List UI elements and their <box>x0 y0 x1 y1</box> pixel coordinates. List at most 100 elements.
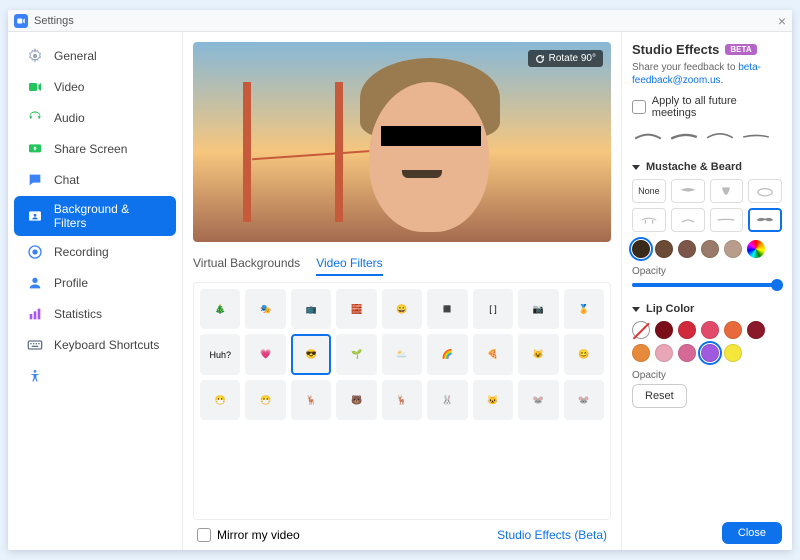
filter-item[interactable]: 📺 <box>291 289 331 329</box>
filter-item[interactable]: 🐱 <box>473 380 513 420</box>
filter-item[interactable]: 😊 <box>564 334 604 374</box>
video-preview: Rotate 90° <box>193 42 611 242</box>
sidebar-item-share-screen[interactable]: Share Screen <box>14 134 176 164</box>
mustache-section-header[interactable]: Mustache & Beard <box>632 161 782 173</box>
filter-item[interactable]: 🍕 <box>473 334 513 374</box>
filter-item[interactable]: 🏅 <box>564 289 604 329</box>
tab-video-filters[interactable]: Video Filters <box>316 256 382 276</box>
color-swatch[interactable] <box>655 344 673 362</box>
mustache-opacity-label: Opacity <box>632 266 782 277</box>
color-swatch[interactable] <box>655 240 673 258</box>
mirror-checkbox[interactable] <box>197 528 211 542</box>
chat-icon <box>26 171 44 189</box>
color-swatch[interactable] <box>655 321 673 339</box>
panel-footer: Close <box>632 514 782 544</box>
sidebar-item-label: Audio <box>54 111 85 125</box>
sidebar-item-label: Keyboard Shortcuts <box>54 338 159 352</box>
filter-item[interactable]: 🌥️ <box>382 334 422 374</box>
color-swatch[interactable] <box>701 240 719 258</box>
lip-opacity-label: Opacity <box>632 370 687 381</box>
mustache-option[interactable] <box>710 179 744 203</box>
tabs: Virtual Backgrounds Video Filters <box>193 256 611 276</box>
color-swatch[interactable] <box>724 321 742 339</box>
tab-virtual-backgrounds[interactable]: Virtual Backgrounds <box>193 256 300 276</box>
sidebar-item-label: Background & Filters <box>54 202 164 230</box>
filter-item[interactable]: 🐭 <box>564 380 604 420</box>
color-swatch[interactable] <box>678 321 696 339</box>
lipcolor-section-header[interactable]: Lip Color <box>632 303 782 315</box>
filter-item[interactable]: 🌱 <box>336 334 376 374</box>
sidebar-item-general[interactable]: General <box>14 41 176 71</box>
sidebar-item-keyboard-shortcuts[interactable]: Keyboard Shortcuts <box>14 330 176 360</box>
sidebar-item-label: Share Screen <box>54 142 127 156</box>
sidebar-item-statistics[interactable]: Statistics <box>14 299 176 329</box>
mustache-option[interactable] <box>632 208 666 232</box>
color-swatch[interactable] <box>724 240 742 258</box>
mustache-option[interactable] <box>748 179 782 203</box>
filter-item[interactable]: 😷 <box>245 380 285 420</box>
filter-item[interactable]: 🧱 <box>336 289 376 329</box>
filter-item[interactable]: 😷 <box>200 380 240 420</box>
filter-item[interactable]: 🐰 <box>427 380 467 420</box>
sidebar-item-recording[interactable]: Recording <box>14 237 176 267</box>
close-icon[interactable]: × <box>778 13 786 29</box>
mustache-option[interactable]: None <box>632 179 666 203</box>
mustache-option[interactable] <box>710 208 744 232</box>
color-swatch[interactable] <box>632 321 650 339</box>
filter-item[interactable]: 🐭 <box>518 380 558 420</box>
color-swatch[interactable] <box>701 344 719 362</box>
center-footer: Mirror my video Studio Effects (Beta) <box>193 520 611 544</box>
gear-icon <box>26 47 44 65</box>
color-swatch[interactable] <box>632 344 650 362</box>
filter-item[interactable]: 🐻 <box>336 380 376 420</box>
filter-item[interactable]: ◼️ <box>427 289 467 329</box>
filter-item[interactable]: [ ] <box>473 289 513 329</box>
filter-item[interactable]: 📷 <box>518 289 558 329</box>
mustache-option[interactable] <box>671 179 705 203</box>
rotate-button[interactable]: Rotate 90° <box>528 50 603 67</box>
close-button[interactable]: Close <box>722 522 782 544</box>
filter-item[interactable]: 🌈 <box>427 334 467 374</box>
mustache-option[interactable] <box>748 208 782 232</box>
mirror-label: Mirror my video <box>217 528 300 542</box>
sidebar-item-chat[interactable]: Chat <box>14 165 176 195</box>
sidebar-item-label: Profile <box>54 276 88 290</box>
color-swatch[interactable] <box>701 321 719 339</box>
filter-item[interactable]: 🎄 <box>200 289 240 329</box>
apply-all-row: Apply to all future meetings <box>632 95 782 119</box>
lip-opacity-row: Opacity Reset <box>632 368 782 408</box>
audio-icon <box>26 109 44 127</box>
filter-item[interactable]: 😎 <box>291 334 331 374</box>
filter-item[interactable]: 💗 <box>245 334 285 374</box>
filter-item[interactable]: 🎭 <box>245 289 285 329</box>
filter-item[interactable]: 😀 <box>382 289 422 329</box>
color-swatch[interactable] <box>678 344 696 362</box>
sidebar-item-video[interactable]: Video <box>14 72 176 102</box>
filter-item[interactable]: 🦌 <box>291 380 331 420</box>
color-swatch[interactable] <box>724 344 742 362</box>
color-swatch[interactable] <box>678 240 696 258</box>
sidebar-item-audio[interactable]: Audio <box>14 103 176 133</box>
sidebar-item-accessibility[interactable]: Accessibility <box>14 361 176 391</box>
filter-item[interactable]: Huh? <box>200 334 240 374</box>
sidebar-item-background-filters[interactable]: Background & Filters <box>14 196 176 236</box>
apply-all-checkbox[interactable] <box>632 100 646 114</box>
stats-icon <box>26 305 44 323</box>
color-swatch[interactable] <box>747 321 765 339</box>
sidebar-item-label: Recording <box>54 245 109 259</box>
sidebar-item-profile[interactable]: Profile <box>14 268 176 298</box>
studio-effects-panel: Studio Effects BETA Share your feedback … <box>622 32 792 550</box>
mustache-option[interactable] <box>671 208 705 232</box>
mustache-opacity-slider[interactable] <box>632 283 782 287</box>
filter-item[interactable]: 😺 <box>518 334 558 374</box>
panel-title: Studio Effects <box>632 42 719 57</box>
video-icon <box>26 78 44 96</box>
color-swatch[interactable] <box>632 240 650 258</box>
studio-effects-link[interactable]: Studio Effects (Beta) <box>497 528 607 542</box>
reset-button[interactable]: Reset <box>632 384 687 408</box>
titlebar: Settings × <box>8 10 792 32</box>
eyebrow-preview-row <box>632 129 782 145</box>
center-pane: Rotate 90° Virtual Backgrounds Video Filt… <box>183 32 622 550</box>
filter-item[interactable]: 🦌 <box>382 380 422 420</box>
color-swatch[interactable] <box>747 240 765 258</box>
